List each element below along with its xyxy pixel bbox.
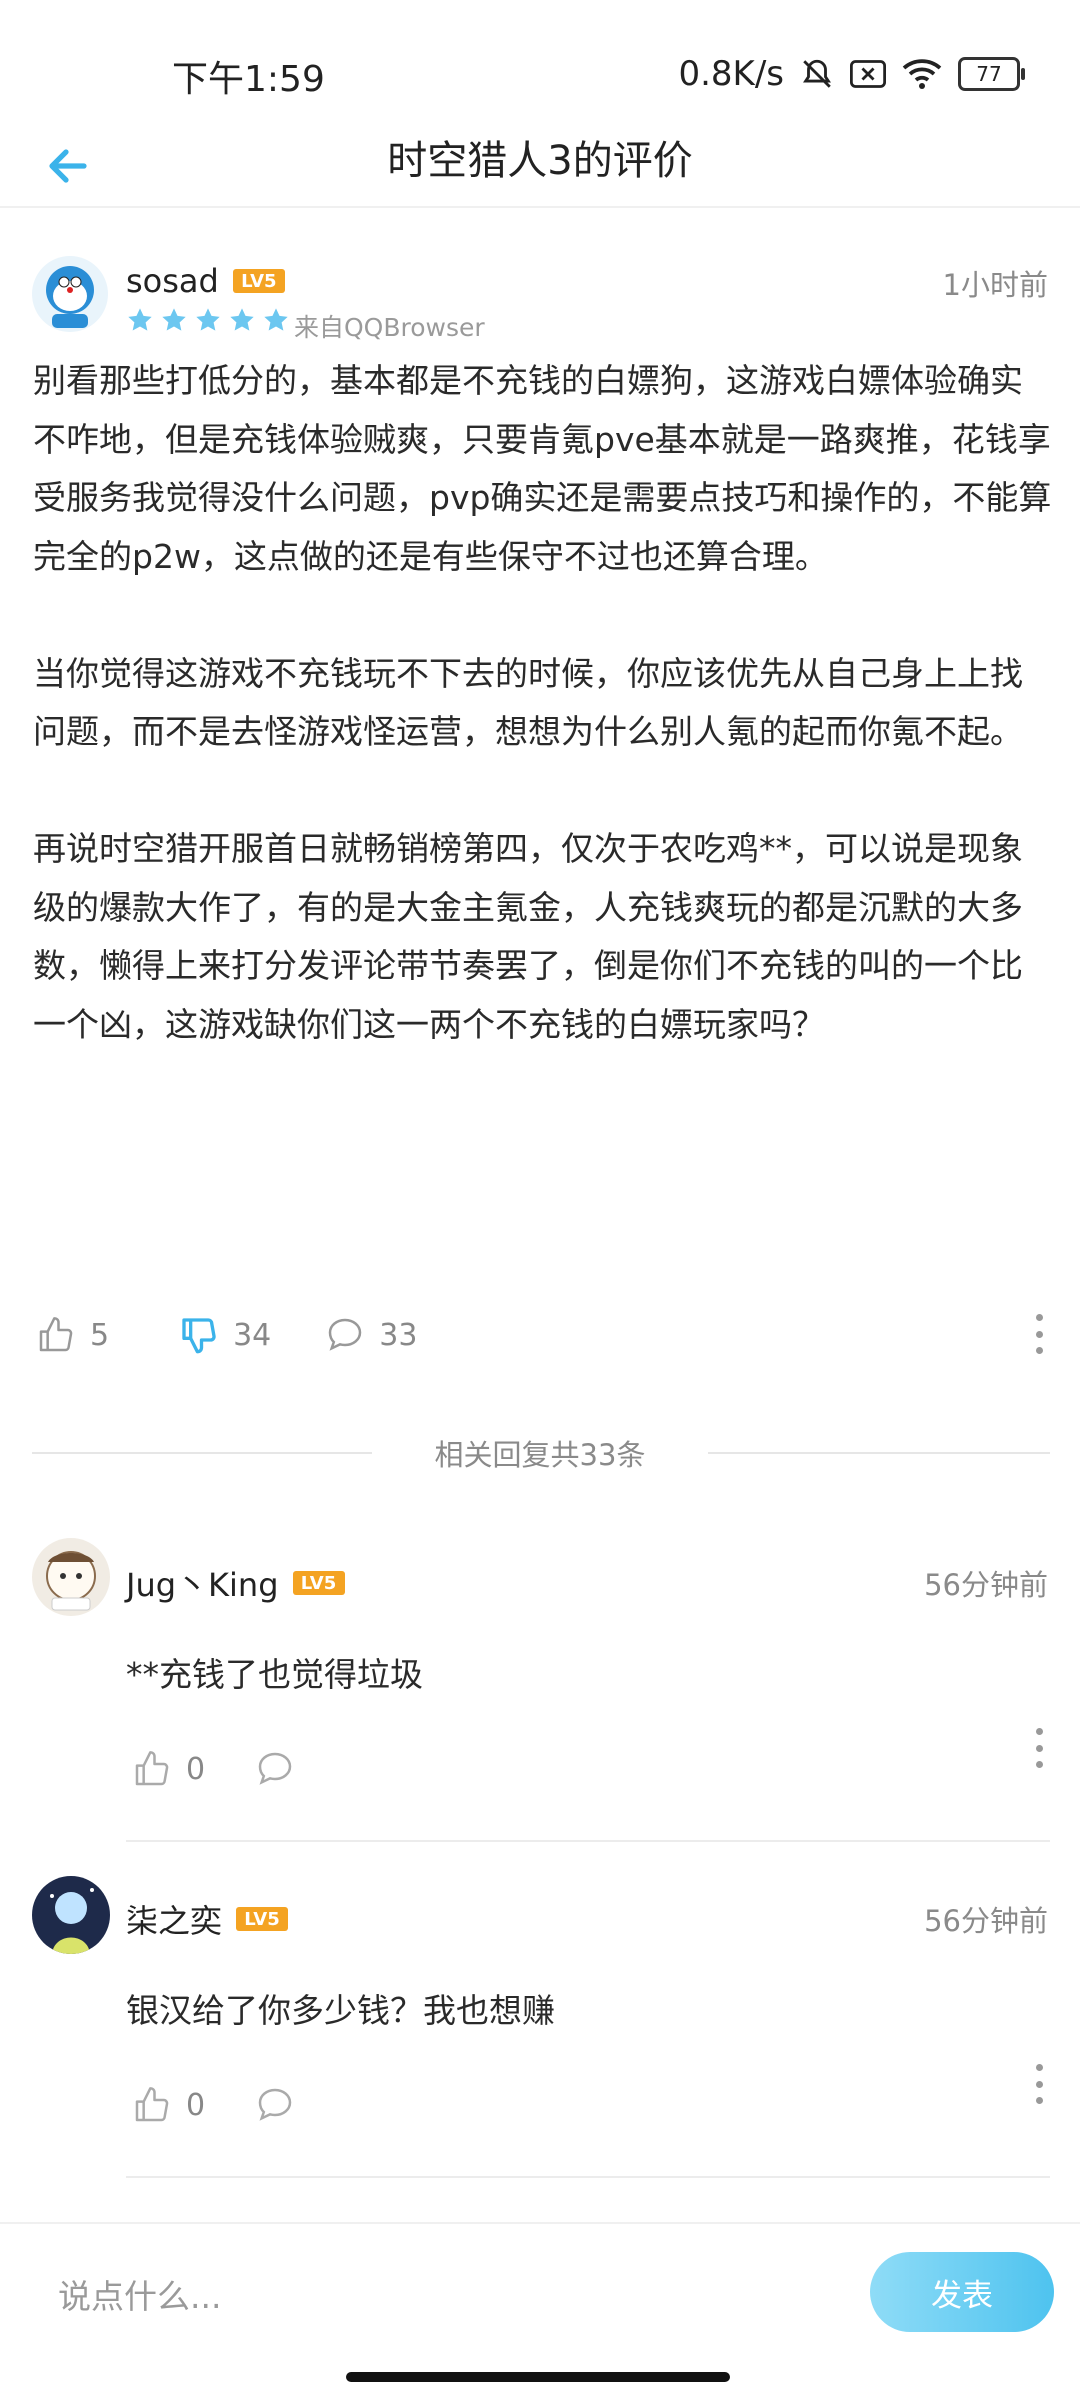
- comment-button[interactable]: 33: [325, 1315, 417, 1355]
- reply-actions: 0: [132, 1744, 295, 1794]
- reply-username[interactable]: Jug丶King: [126, 1560, 279, 1606]
- reply-comment-button[interactable]: [255, 2085, 295, 2125]
- mute-bell-icon: [803, 59, 831, 88]
- page-title: 时空猎人3的评价: [387, 138, 693, 184]
- net-speed: 0.8K/s: [678, 54, 784, 94]
- review-paragraph: 当你觉得这游戏不充钱玩不下去的时候，你应该优先从自己身上上找问题，而不是去怪游戏…: [33, 653, 1023, 752]
- thumbs-up-icon: [39, 1317, 73, 1352]
- reply-divider: [126, 2176, 1050, 2178]
- comment-input-placeholder[interactable]: 说点什么...: [58, 2270, 221, 2318]
- reply-author: 柒之奕 LV5: [126, 1896, 289, 1942]
- reply-avatar[interactable]: [32, 1538, 110, 1616]
- avatar-image: [32, 1538, 110, 1616]
- reply-like-count: 0: [186, 2087, 206, 2123]
- review-paragraph: 别看那些打低分的，基本都是不充钱的白嫖狗，这游戏白嫖体验确实不咋地，但是充钱体验…: [33, 361, 1052, 576]
- status-time: 下午1:59: [172, 59, 325, 100]
- comment-bubble-icon: [329, 1318, 362, 1351]
- reply-author: Jug丶King LV5: [126, 1560, 345, 1606]
- comment-bubble-icon: [258, 1752, 292, 1785]
- more-options-icon[interactable]: [1033, 1314, 1045, 1354]
- review-paragraph: 再说时空猎开服首日就畅销榜第四，仅次于农吃鸡**，可以说是现象级的爆款大作了，有…: [33, 829, 1023, 1044]
- avatar-image: [32, 1876, 110, 1954]
- separator-line-right: [708, 1452, 1050, 1454]
- header-divider: [0, 206, 1080, 208]
- reply-comment-button[interactable]: [255, 1749, 295, 1789]
- avatar[interactable]: [32, 256, 108, 332]
- dislike-button[interactable]: 34: [179, 1315, 271, 1355]
- review-author: sosad LV5: [126, 262, 285, 300]
- publish-button[interactable]: 发表: [870, 2252, 1054, 2332]
- review-time: 1小时前: [942, 268, 1048, 302]
- like-count: 5: [90, 1317, 110, 1353]
- level-badge: LV5: [292, 1571, 345, 1595]
- reply-avatar[interactable]: [32, 1876, 110, 1954]
- reply-text: 银汉给了你多少钱？我也想赚: [126, 1991, 555, 2030]
- comment-bubble-icon: [258, 2088, 292, 2121]
- reply-text: **充钱了也觉得垃圾: [126, 1655, 423, 1694]
- reply-like-button[interactable]: 0: [132, 1749, 205, 1789]
- review-source: 来自QQBrowser: [294, 313, 485, 342]
- thumbs-up-icon: [135, 2087, 169, 2122]
- rating-stars: [126, 306, 290, 334]
- more-options-icon[interactable]: [1033, 1728, 1045, 1768]
- reply-divider: [126, 1840, 1050, 1842]
- sim-blocked-icon: [850, 60, 886, 88]
- star-icon: [162, 308, 186, 331]
- reply-like-count: 0: [186, 1751, 206, 1787]
- username[interactable]: sosad: [126, 262, 219, 300]
- reply-time: 56分钟前: [924, 1904, 1048, 1938]
- thumbs-down-icon: [182, 1318, 216, 1354]
- thumbs-up-icon: [135, 1751, 169, 1786]
- review-actions: 5 34 33: [36, 1310, 417, 1360]
- dislike-count: 34: [233, 1317, 272, 1353]
- reply-like-button[interactable]: 0: [132, 2085, 205, 2125]
- battery-level: 77: [976, 62, 1002, 86]
- star-icon: [230, 308, 254, 331]
- reply-time: 56分钟前: [924, 1568, 1048, 1602]
- wifi-icon: [902, 59, 942, 89]
- star-icon: [196, 308, 220, 331]
- star-icon: [128, 308, 152, 331]
- reply-username[interactable]: 柒之奕: [126, 1896, 222, 1942]
- level-badge: LV5: [236, 1907, 289, 1931]
- more-options-icon[interactable]: [1033, 2064, 1045, 2104]
- comment-count: 33: [379, 1317, 418, 1353]
- review-body: 别看那些打低分的，基本都是不充钱的白嫖狗，这游戏白嫖体验确实不咋地，但是充钱体验…: [33, 352, 1055, 1054]
- level-badge: LV5: [232, 269, 285, 293]
- reply-actions: 0: [132, 2080, 295, 2130]
- star-icon: [264, 308, 288, 331]
- status-icons: 0.8K/s 77: [678, 50, 1025, 98]
- like-button[interactable]: 5: [36, 1315, 109, 1355]
- home-indicator[interactable]: [346, 2372, 730, 2382]
- avatar-image: [32, 256, 108, 332]
- battery-icon: 77: [958, 57, 1025, 91]
